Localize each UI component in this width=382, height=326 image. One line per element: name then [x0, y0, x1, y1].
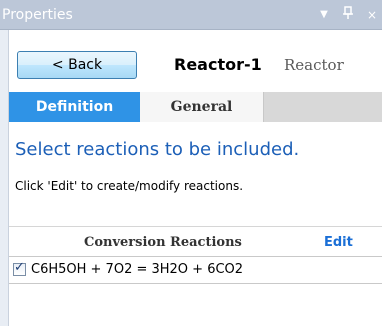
object-type-label: Reactor [284, 56, 344, 74]
close-icon[interactable]: × [364, 6, 380, 24]
properties-panel: Properties ▼ × < Back Reactor-1 Reactor … [0, 0, 382, 326]
reaction-row[interactable]: ✓ C6H5OH + 7O2 = 3H2O + 6CO2 [9, 256, 382, 284]
panel-title-bar: Properties ▼ × [0, 0, 382, 30]
dropdown-arrow-icon[interactable]: ▼ [316, 6, 332, 24]
help-text: Click 'Edit' to create/modify reactions. [15, 179, 244, 193]
tab-definition[interactable]: Definition [9, 92, 140, 122]
definition-content: Select reactions to be included. Click '… [9, 122, 382, 326]
pin-icon[interactable] [340, 6, 356, 25]
reaction-checkbox[interactable]: ✓ [13, 260, 26, 276]
back-button[interactable]: < Back [17, 51, 137, 79]
object-name-label: Reactor-1 [174, 55, 262, 74]
panel-title: Properties [2, 7, 73, 23]
tab-general[interactable]: General [140, 92, 264, 122]
panel-left-edge [0, 30, 9, 326]
section-title: Conversion Reactions [84, 235, 242, 250]
reaction-equation: C6H5OH + 7O2 = 3H2O + 6CO2 [31, 262, 244, 277]
reactions-section-header: Conversion Reactions Edit [9, 226, 382, 256]
instruction-text: Select reactions to be included. [15, 139, 300, 160]
checkmark-icon: ✓ [14, 260, 25, 275]
edit-link[interactable]: Edit [324, 235, 353, 250]
panel-header: < Back Reactor-1 Reactor [9, 30, 382, 92]
tab-strip: Definition General [9, 92, 382, 122]
